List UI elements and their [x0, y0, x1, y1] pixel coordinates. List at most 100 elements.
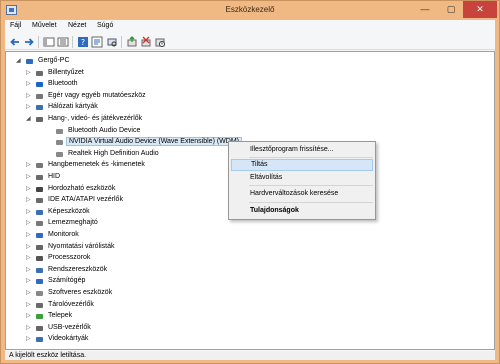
expand-arrow-icon[interactable]: ▷	[26, 104, 32, 110]
context-uninstall[interactable]: Eltávolítás	[231, 172, 373, 184]
tree-root[interactable]: ◢ Gergő-PC	[16, 56, 316, 67]
context-properties[interactable]: Tulajdonságok	[231, 205, 373, 217]
monitor-icon	[36, 233, 43, 238]
update-driver-icon[interactable]	[126, 36, 138, 48]
tree-category[interactable]: ▷ Számítógép	[26, 276, 326, 287]
menu-action[interactable]: Művelet	[32, 22, 57, 29]
speaker-icon	[56, 140, 63, 146]
tree-item-label: Egér vagy egyéb mutatóeszköz	[48, 91, 146, 99]
tree-category[interactable]: ▷ Szoftveres eszközök	[26, 288, 326, 299]
toolbar-separator	[121, 36, 122, 48]
expand-arrow-icon[interactable]: ▷	[26, 162, 32, 168]
tree-item-label: Videokártyák	[48, 335, 89, 343]
tree-item-label: Processzorok	[48, 254, 91, 262]
back-arrow-icon[interactable]	[9, 36, 21, 48]
expand-arrow-icon[interactable]: ▷	[26, 325, 32, 331]
expand-arrow-icon[interactable]: ▷	[26, 220, 32, 226]
expand-arrow-icon[interactable]: ▷	[26, 244, 32, 250]
menu-help[interactable]: Súgó	[97, 22, 113, 29]
expand-arrow-icon[interactable]: ▷	[26, 197, 32, 203]
mouse-icon	[36, 93, 43, 99]
storage-controller-icon	[36, 302, 43, 308]
menu-file[interactable]: Fájl	[10, 22, 21, 29]
menu-bar: Fájl Művelet Nézet Súgó	[5, 20, 495, 33]
expand-arrow-icon[interactable]: ▷	[26, 81, 32, 87]
context-scan-hardware[interactable]: Hardverváltozások keresése	[231, 188, 373, 200]
speaker-icon	[56, 128, 63, 134]
tree-item-label: Szoftveres eszközök	[48, 289, 113, 296]
tree-device-item[interactable]: Bluetooth Audio Device	[46, 126, 346, 137]
tree-category[interactable]: ▷ Hálózati kártyák	[26, 102, 326, 113]
tree-item-label: Képeszközök	[48, 207, 90, 215]
tree-category[interactable]: ▷ Egér vagy egyéb mutatóeszköz	[26, 91, 326, 102]
tree-item-label: Nyomtatási várólisták	[48, 242, 115, 250]
expand-arrow-icon[interactable]: ▷	[26, 70, 32, 76]
tree-category[interactable]: ▷ USB-vezérlők	[26, 323, 326, 334]
tree-item-label: Rendszereszközök	[48, 265, 108, 273]
processor-icon	[36, 256, 43, 262]
tree-item-label: Monitorok	[48, 231, 79, 238]
context-separator	[249, 157, 373, 158]
tree-category[interactable]: ▷ Monitorok	[26, 230, 326, 241]
sound-icon	[36, 117, 43, 122]
device-manager-window: Eszközkezelő — ▢ ✕ Fájl Művelet Nézet Sú…	[0, 0, 500, 364]
expand-arrow-icon[interactable]: ▷	[26, 336, 32, 342]
expand-arrow-icon[interactable]: ▷	[26, 313, 32, 319]
forward-arrow-icon[interactable]	[23, 36, 35, 48]
tree-item-label: Gergő-PC	[38, 57, 70, 64]
disk-drive-icon	[36, 221, 43, 227]
collapse-arrow-icon[interactable]: ◢	[26, 116, 32, 122]
svg-text:?: ?	[81, 38, 85, 47]
title-bar[interactable]: Eszközkezelő — ▢ ✕	[1, 1, 499, 20]
context-separator	[249, 185, 373, 186]
scan-hardware-icon[interactable]	[106, 36, 118, 48]
battery-icon	[36, 314, 43, 320]
expand-arrow-icon[interactable]: ▷	[26, 209, 32, 215]
expand-arrow-icon[interactable]: ▷	[26, 290, 32, 296]
uninstall-icon[interactable]	[140, 36, 152, 48]
camera-icon	[36, 209, 43, 215]
disable-device-icon[interactable]	[154, 36, 166, 48]
tree-category[interactable]: ▷ Rendszereszközök	[26, 265, 326, 276]
expand-arrow-icon[interactable]: ▷	[26, 186, 32, 192]
tree-category[interactable]: ▷ Bluetooth	[26, 79, 326, 90]
tree-category[interactable]: ▷ Videokártyák	[26, 334, 326, 345]
computer-icon	[26, 59, 33, 64]
usb-icon	[36, 325, 43, 331]
collapse-arrow-icon[interactable]: ◢	[16, 58, 22, 64]
expand-arrow-icon[interactable]: ▷	[26, 278, 32, 284]
expand-arrow-icon[interactable]: ▷	[26, 232, 32, 238]
tree-item-label: Tárolóvezérlők	[48, 300, 94, 308]
tree-item-label: Lemezmeghajtó	[48, 219, 98, 227]
expand-arrow-icon[interactable]: ▷	[26, 302, 32, 308]
context-disable[interactable]: Tiltás	[231, 159, 373, 171]
expand-arrow-icon[interactable]: ▷	[26, 255, 32, 261]
tree-item-label: NVIDIA Virtual Audio Device (Wave Extens…	[66, 137, 242, 147]
bluetooth-icon	[36, 82, 43, 88]
properties-icon[interactable]	[91, 36, 103, 48]
tree-item-label: USB-vezérlők	[48, 323, 91, 331]
expand-arrow-icon[interactable]: ▷	[26, 93, 32, 99]
system-device-icon	[36, 267, 43, 273]
show-hide-console-tree-icon[interactable]	[43, 36, 55, 48]
expand-arrow-icon[interactable]: ▷	[26, 267, 32, 273]
tree-category[interactable]: ▷ Billentyűzet	[26, 68, 326, 79]
context-update-driver[interactable]: Illesztőprogram frissítése...	[231, 144, 373, 156]
minimize-button[interactable]: —	[413, 1, 437, 18]
tree-category[interactable]: ▷ Nyomtatási várólisták	[26, 242, 326, 253]
toolbar-separator	[38, 36, 39, 48]
tree-category[interactable]: ◢ Hang-, videó- és játékvezérlők	[26, 114, 326, 125]
device-list-icon[interactable]	[57, 36, 69, 48]
help-icon[interactable]: ?	[77, 36, 89, 48]
tree-category[interactable]: ▷ Telepek	[26, 311, 326, 322]
ide-controller-icon	[36, 198, 43, 204]
maximize-button[interactable]: ▢	[439, 1, 463, 18]
expand-arrow-icon[interactable]: ▷	[26, 174, 32, 180]
menu-view[interactable]: Nézet	[68, 22, 86, 29]
tree-category[interactable]: ▷ Lemezmeghajtó	[26, 218, 326, 229]
tree-item-label: Bluetooth	[48, 80, 78, 88]
tree-category[interactable]: ▷ Tárolóvezérlők	[26, 300, 326, 311]
close-button[interactable]: ✕	[463, 1, 497, 18]
tree-category[interactable]: ▷ Processzorok	[26, 253, 326, 264]
printer-icon	[36, 244, 43, 250]
